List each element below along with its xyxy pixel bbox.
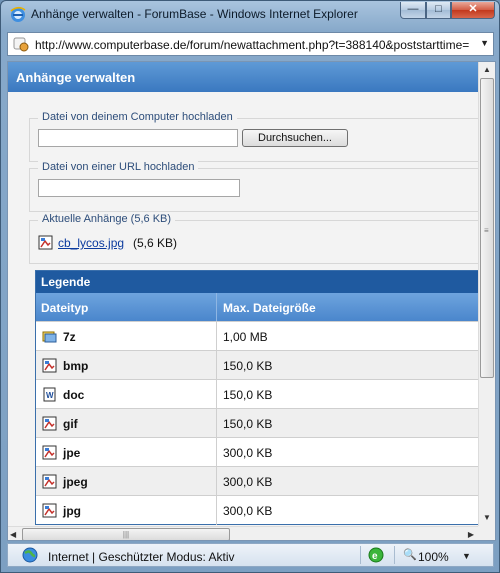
image-icon: [42, 445, 57, 460]
scroll-up-icon[interactable]: ▲: [479, 62, 495, 78]
upload-computer-section: Datei von deinem Computer hochladen Durc…: [29, 111, 479, 162]
table-row: 7z 1,00 MB: [36, 321, 485, 351]
address-bar[interactable]: http://www.computerbase.de/forum/newatta…: [7, 32, 494, 56]
grip-icon: ≡: [484, 226, 489, 235]
page-title: Anhänge verwalten: [8, 62, 478, 92]
horizontal-scrollbar[interactable]: ◀ ||| ▶: [8, 526, 478, 540]
filetype-maxsize: 300,0 KB: [223, 446, 273, 460]
zoom-dropdown-icon[interactable]: ▼: [462, 551, 471, 561]
column-header-filetype: Dateityp: [41, 301, 89, 315]
zoom-level[interactable]: 100%: [418, 550, 449, 564]
upload-computer-legend: Datei von deinem Computer hochladen: [38, 111, 237, 123]
filetype-ext: jpg: [63, 504, 81, 518]
upload-url-legend: Datei von einer URL hochladen: [38, 161, 199, 173]
address-dropdown-icon[interactable]: ▼: [480, 38, 489, 48]
legend-title: Legende: [36, 271, 485, 293]
image-icon: [42, 358, 57, 373]
globe-icon: [22, 547, 38, 563]
close-button[interactable]: ✕: [451, 2, 495, 19]
svg-text:W: W: [46, 391, 54, 400]
filetype-maxsize: 150,0 KB: [223, 388, 273, 402]
filetype-ext: bmp: [63, 359, 89, 373]
filetype-legend-table: Legende Dateityp Max. Dateigröße 7z 1,00…: [35, 270, 485, 525]
table-header: Dateityp Max. Dateigröße: [36, 293, 485, 321]
address-url[interactable]: http://www.computerbase.de/forum/newatta…: [35, 38, 479, 52]
filetype-ext: gif: [63, 417, 78, 431]
filetype-ext: jpe: [63, 446, 81, 460]
table-row: jpg 300,0 KB: [36, 495, 485, 525]
site-favicon-icon: [13, 37, 29, 52]
table-row: bmp 150,0 KB: [36, 350, 485, 380]
word-document-icon: W: [43, 387, 56, 402]
filetype-ext: doc: [63, 388, 85, 402]
table-row: jpe 300,0 KB: [36, 437, 485, 467]
table-row: jpeg 300,0 KB: [36, 466, 485, 496]
vertical-scrollbar[interactable]: ▲ ≡ ▼: [478, 62, 495, 526]
archive-icon: [42, 331, 57, 343]
filetype-maxsize: 150,0 KB: [223, 417, 273, 431]
browse-button[interactable]: Durchsuchen...: [242, 129, 348, 147]
zoom-icon[interactable]: 🔍: [403, 548, 417, 561]
title-bar: Anhänge verwalten - ForumBase - Windows …: [1, 1, 499, 29]
current-attachments-legend: Aktuelle Anhänge (5,6 KB): [38, 213, 176, 225]
maximize-button[interactable]: □: [426, 2, 451, 19]
image-icon: [42, 474, 57, 489]
filetype-maxsize: 300,0 KB: [223, 504, 273, 518]
filetype-ext: 7z: [63, 330, 76, 344]
security-zone-text[interactable]: Internet | Geschützter Modus: Aktiv: [48, 550, 235, 564]
attachment-link[interactable]: cb_lycos.jpg: [58, 236, 124, 250]
filetype-maxsize: 1,00 MB: [223, 330, 268, 344]
current-attachments-section: Aktuelle Anhänge (5,6 KB) cb_lycos.jpg (…: [29, 213, 479, 264]
browser-window: Anhänge verwalten - ForumBase - Windows …: [0, 0, 500, 573]
filetype-maxsize: 150,0 KB: [223, 359, 273, 373]
minimize-button[interactable]: —: [400, 2, 426, 19]
image-icon: [42, 503, 57, 518]
protected-mode-icon[interactable]: e: [368, 547, 384, 563]
attachment-size: (5,6 KB): [133, 236, 178, 250]
status-bar: Internet | Geschützter Modus: Aktiv e 🔍 …: [7, 543, 494, 567]
image-file-icon: [38, 235, 53, 250]
window-title: Anhänge verwalten - ForumBase - Windows …: [31, 7, 358, 21]
page-viewport: Anhänge verwalten Datei von deinem Compu…: [7, 61, 496, 541]
scroll-left-icon[interactable]: ◀: [10, 527, 16, 540]
scrollbar-corner: [478, 526, 495, 540]
internet-explorer-icon: [10, 6, 26, 22]
table-row: gif 150,0 KB: [36, 408, 485, 438]
scroll-down-icon[interactable]: ▼: [479, 510, 495, 526]
upload-url-section: Datei von einer URL hochladen: [29, 161, 479, 212]
vertical-scroll-thumb[interactable]: ≡: [480, 78, 494, 378]
url-input[interactable]: [38, 179, 240, 197]
file-path-input[interactable]: [38, 129, 238, 147]
table-row: W doc 150,0 KB: [36, 379, 485, 409]
image-icon: [42, 416, 57, 431]
horizontal-scroll-thumb[interactable]: |||: [22, 528, 230, 540]
filetype-maxsize: 300,0 KB: [223, 475, 273, 489]
filetype-ext: jpeg: [63, 475, 88, 489]
column-header-maxsize: Max. Dateigröße: [223, 301, 316, 315]
page-body: Datei von deinem Computer hochladen Durc…: [8, 92, 485, 526]
scroll-right-icon[interactable]: ▶: [468, 527, 474, 540]
svg-text:e: e: [372, 551, 378, 562]
